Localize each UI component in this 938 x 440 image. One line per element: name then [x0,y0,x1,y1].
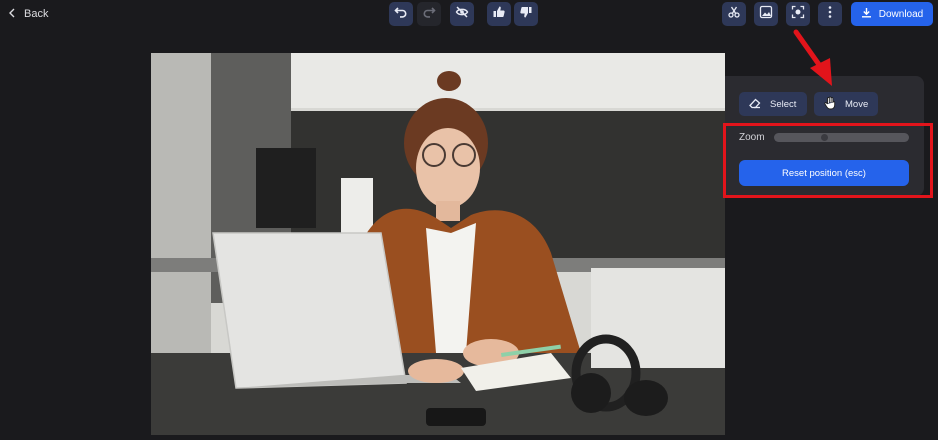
eraser-icon [748,96,762,113]
image-edit-button[interactable] [754,2,778,26]
tools-button[interactable] [722,2,746,26]
redo-icon [422,5,436,24]
tools-icon [727,5,741,24]
chevron-left-icon [8,8,16,21]
image-edit-icon [759,5,773,24]
redo-button[interactable] [417,2,441,26]
download-icon [861,7,872,21]
undo-icon [394,5,408,24]
like-button[interactable] [487,2,511,26]
zoom-slider-handle[interactable] [821,134,829,141]
back-button[interactable]: Back [8,6,48,22]
move-tool-button[interactable]: Move [814,92,878,116]
zoom-slider[interactable] [774,133,909,142]
focus-button[interactable] [786,2,810,26]
move-label: Move [845,98,869,110]
select-label: Select [770,98,797,110]
dislike-button[interactable] [514,2,538,26]
download-button[interactable]: Download [851,2,933,26]
eye-off-icon [455,5,469,24]
focus-icon [791,5,805,24]
hand-icon [823,95,837,113]
reset-position-button[interactable]: Reset position (esc) [739,160,909,186]
thumbs-down-icon [519,5,533,24]
hide-button[interactable] [450,2,474,26]
back-label: Back [24,8,49,20]
image-canvas[interactable] [151,53,725,435]
more-vertical-icon [823,5,837,24]
undo-button[interactable] [389,2,413,26]
select-tool-button[interactable]: Select [739,92,807,116]
more-options-button[interactable] [818,2,842,26]
download-label: Download [878,8,924,20]
zoom-label: Zoom [739,132,765,143]
photo-woman-laptop [151,53,725,435]
thumbs-up-icon [492,5,506,24]
